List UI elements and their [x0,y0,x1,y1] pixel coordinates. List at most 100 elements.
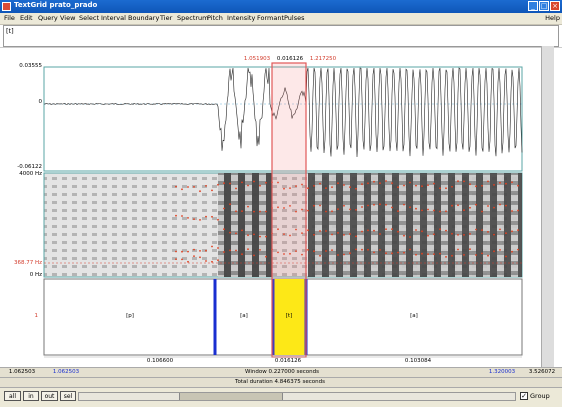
interval-label-2[interactable]: [a] [224,313,264,319]
scrollbar-thumb[interactable] [179,393,283,400]
formant-dot [259,235,261,238]
formant-dot [409,206,411,209]
formant-dot [403,251,405,254]
formant-dot [229,249,231,252]
formant-dot [307,187,309,190]
formant-dot [415,229,417,231]
minimize-button[interactable]: _ [528,1,538,11]
maximize-button[interactable]: □ [539,1,549,11]
formant-dot [517,209,519,212]
menu-select[interactable]: Select [79,14,99,22]
formant-dot [457,248,459,251]
total-start-time[interactable]: 1.062503 [2,369,42,375]
formant-dot [343,234,345,236]
formant-dot [409,248,411,251]
formant-dot [175,185,177,188]
formant-dot [217,218,219,221]
formant-dot [313,233,315,236]
zoom-in-button[interactable]: in [23,391,39,401]
formant-dot [193,186,195,188]
window-start-time[interactable]: 1.062503 [46,369,86,375]
formant-dot [241,210,243,213]
formant-dot [229,231,231,234]
menu-query[interactable]: Query [38,14,58,22]
formant-dot [223,207,225,210]
zoom-out-button[interactable]: out [41,391,58,401]
editor-area: 1.051903 0.016126 1.217250 0.03555 0 -0.… [0,47,562,370]
menu-formant[interactable]: Formant [257,14,284,22]
window-length[interactable]: Window 0.227000 seconds [222,369,342,375]
formant-dot [451,185,453,188]
formant-dot [217,247,219,249]
formant-dot [235,187,237,190]
formant-dot [385,252,387,255]
interval-text-field[interactable]: [t] [3,25,559,47]
formant-dot [259,210,261,213]
zoom-all-button[interactable]: all [4,391,21,401]
formant-dot [325,210,327,213]
interval-label-1[interactable]: [p] [110,313,150,319]
formant-dot [217,183,219,186]
zoom-sel-button[interactable]: sel [60,391,76,401]
formant-dot [511,210,513,212]
menu-tier[interactable]: Tier [160,14,172,22]
formant-dot [331,210,333,213]
signal-canvas[interactable] [0,48,562,370]
interval-label-4[interactable]: [a] [394,313,434,319]
formant-dot [421,230,423,233]
formant-dot [463,254,465,256]
formant-dot [355,187,357,190]
formant-dot [181,188,183,191]
formant-dot [391,182,393,185]
formant-dot [205,249,207,252]
duration-right[interactable]: 0.103084 [398,358,438,364]
formant-dot [265,255,267,258]
interval-text: [t] [6,27,14,35]
close-button[interactable]: × [550,1,560,11]
menu-boundary[interactable]: Boundary [128,14,159,22]
formant-dot [337,182,339,185]
menu-pitch[interactable]: Pitch [207,14,223,22]
formant-dot [487,180,489,183]
menu-edit[interactable]: Edit [20,14,33,22]
formant-dot [223,182,225,185]
window-end-time[interactable]: 1.320003 [482,369,522,375]
formant-dot [457,204,459,207]
formant-dot [355,235,357,238]
formant-dot [391,206,393,209]
menu-intensity[interactable]: Intensity [227,14,255,22]
app-icon [2,2,11,11]
group-checkbox[interactable]: ✓ [520,392,528,400]
menu-pulses[interactable]: Pulses [284,14,305,22]
interval-label-3[interactable]: [t] [269,313,309,319]
formant-dot [403,203,405,206]
time-scrollbar[interactable] [78,392,516,401]
formant-dot [397,251,399,254]
menu-spectrum[interactable]: Spectrum [177,14,209,22]
formant-dot [427,208,429,211]
formant-dot [499,203,501,206]
formant-dot [379,233,381,235]
formant-dot [211,245,213,248]
formant-dot [349,208,351,211]
formant-dot [487,254,489,257]
total-end-time[interactable]: 3.526072 [522,369,562,375]
total-duration[interactable]: Total duration 4.846375 seconds [200,379,360,385]
formant-dot [367,248,369,251]
title-bar: TextGrid prato_prado _ □ × [0,0,562,13]
formant-dot [325,187,327,190]
formant-dot [511,230,513,233]
duration-selected[interactable]: 0.016126 [268,358,308,364]
menu-interval[interactable]: Interval [101,14,126,22]
formant-dot [313,250,315,253]
formant-dot [241,229,243,232]
menu-file[interactable]: File [4,14,15,22]
formant-dot [253,233,255,236]
formant-dot [205,215,207,218]
menu-help[interactable]: Help [545,14,560,22]
duration-left[interactable]: 0.106600 [140,358,180,364]
formant-dot [481,252,483,255]
menu-view[interactable]: View [60,14,75,22]
formant-dot [463,234,465,236]
formant-dot [211,215,213,218]
